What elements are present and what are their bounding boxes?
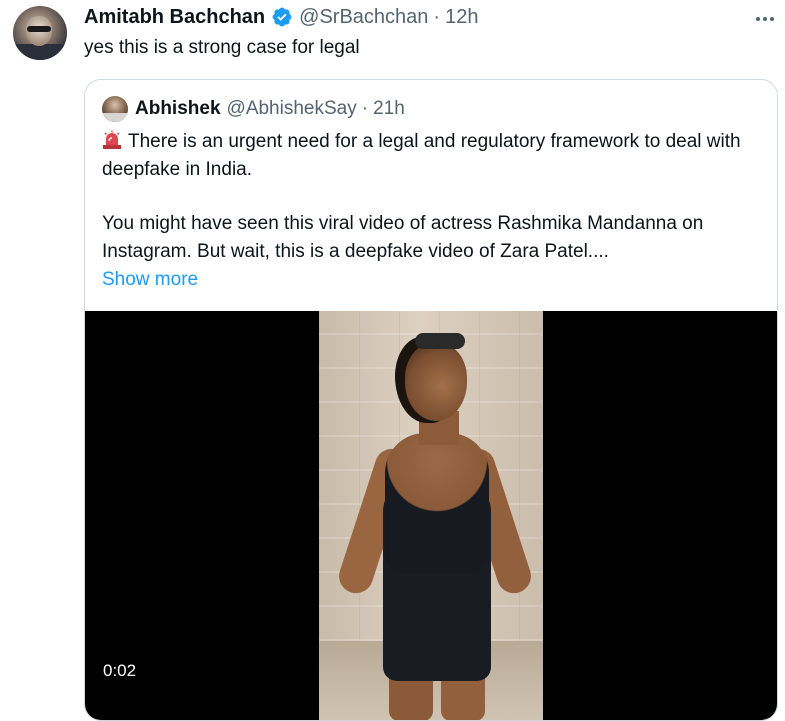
quoted-author-name: Abhishek: [135, 98, 221, 119]
quoted-author-avatar: [102, 96, 128, 122]
quoted-body: There is an urgent need for a legal and …: [102, 128, 767, 294]
video-timestamp: 0:02: [103, 661, 137, 680]
avatar-coat: [13, 44, 67, 60]
video-person-torso: [385, 433, 489, 573]
video-person-sunglasses: [415, 333, 465, 349]
avatar-glasses: [27, 26, 51, 32]
author-avatar[interactable]: [13, 6, 67, 60]
quoted-paragraph-1: There is an urgent need for a legal and …: [102, 128, 767, 184]
quoted-author-handle: @AbhishekSay: [226, 98, 357, 119]
police-siren-icon: [103, 130, 121, 149]
header-separator: ·: [433, 6, 441, 28]
video-person-head: [405, 343, 467, 421]
quoted-header: Abhishek @AbhishekSay · 21h: [102, 96, 405, 122]
more-dot-icon: [770, 17, 774, 21]
more-dot-icon: [756, 17, 760, 21]
verified-badge-icon: [272, 7, 292, 27]
quoted-header-separator: ·: [361, 98, 369, 119]
video-player[interactable]: 0:02: [85, 311, 777, 720]
tweet-header: Amitabh Bachchan @SrBachchan · 12h: [84, 4, 478, 30]
tweet-time[interactable]: 12h: [445, 4, 478, 30]
quoted-time: 21h: [373, 98, 405, 119]
quoted-paragraph-1-text: There is an urgent need for a legal and …: [102, 131, 741, 180]
more-options-button[interactable]: [752, 6, 778, 32]
author-name[interactable]: Amitabh Bachchan: [84, 4, 265, 30]
show-more-link[interactable]: Show more: [102, 269, 198, 290]
more-dot-icon: [763, 17, 767, 21]
video-frame: [319, 311, 543, 720]
quoted-tweet-card[interactable]: Abhishek @AbhishekSay · 21h There is an …: [84, 79, 778, 721]
tweet-text: yes this is a strong case for legal: [84, 37, 360, 58]
author-handle[interactable]: @SrBachchan: [299, 4, 428, 30]
quoted-paragraph-2: You might have seen this viral video of …: [102, 213, 704, 262]
